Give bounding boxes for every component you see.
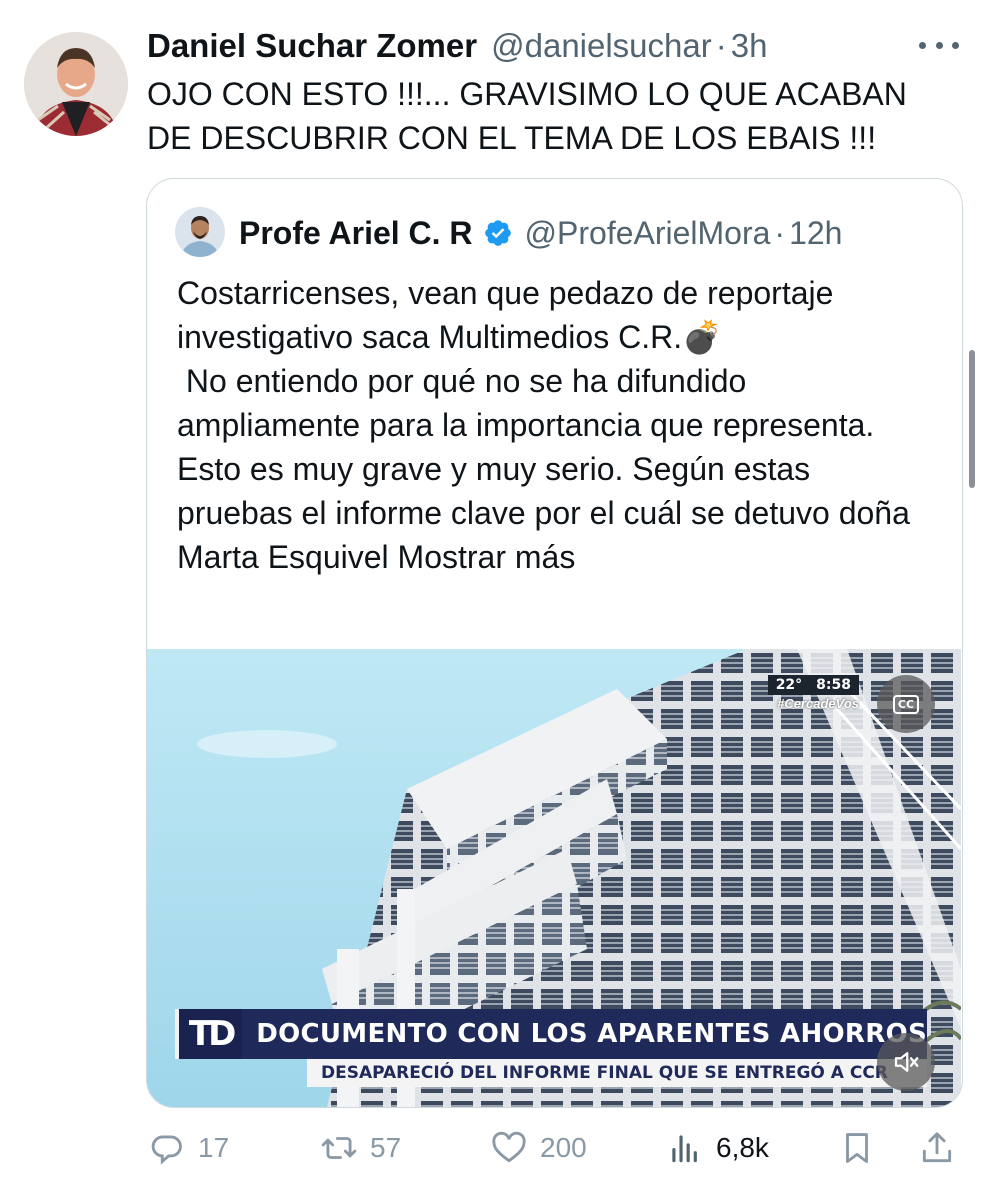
verified-icon <box>484 220 511 246</box>
author-name[interactable]: Daniel Suchar Zomer <box>147 27 477 65</box>
views-button[interactable]: 6,8k <box>666 1124 769 1172</box>
quoted-author-handle[interactable]: @ProfeArielMora <box>525 215 771 252</box>
mute-icon <box>894 1052 919 1072</box>
video-player[interactable]: 22° 8:58 #CercadeVos CC TD DOCUMENTO CON… <box>147 649 961 1107</box>
author-handle[interactable]: @danielsuchar <box>491 27 712 65</box>
action-bar: 17 57 200 6,8k <box>148 1124 960 1172</box>
quoted-text-block: Costarricenses, vean que pedazo de repor… <box>177 271 922 579</box>
news-subheadline: DESAPARECIÓ DEL INFORME FINAL QUE SE ENT… <box>307 1059 927 1087</box>
news-headline: DOCUMENTO CON LOS APARENTES AHORROS <box>256 1019 927 1049</box>
separator-dot: · <box>715 27 727 64</box>
views-count: 6,8k <box>716 1132 769 1163</box>
weather-overlay: 22° 8:58 #CercadeVos <box>767 675 859 711</box>
captions-button[interactable]: CC <box>877 675 935 733</box>
tweet-text: OJO CON ESTO !!!... GRAVISIMO LO QUE ACA… <box>147 76 907 156</box>
quoted-separator-dot: · <box>774 214 786 251</box>
quoted-header: Profe Ariel C. R @ProfeArielMora · 12h <box>239 211 842 255</box>
like-icon <box>492 1131 526 1163</box>
hashtag-label: #CercadeVos <box>777 696 859 711</box>
tweet-header: Daniel Suchar Zomer @danielsuchar · 3h <box>147 24 965 68</box>
reply-icon <box>151 1135 182 1165</box>
bookmark-button[interactable] <box>838 1124 876 1172</box>
cc-icon: CC <box>892 694 920 714</box>
share-icon <box>922 1132 952 1163</box>
mute-button[interactable] <box>877 1033 935 1091</box>
quoted-author-avatar[interactable] <box>175 207 225 257</box>
reply-count: 17 <box>198 1132 230 1163</box>
reply-button[interactable]: 17 <box>148 1124 229 1172</box>
scrollbar-thumb[interactable] <box>969 350 975 488</box>
retweet-count: 57 <box>370 1132 402 1163</box>
quoted-text: Costarricenses, vean que pedazo de repor… <box>177 275 910 575</box>
news-lower-third: TD DOCUMENTO CON LOS APARENTES AHORROS D… <box>175 1009 927 1087</box>
like-count: 200 <box>540 1132 587 1163</box>
clock-label: 8:58 <box>816 677 851 693</box>
like-button[interactable]: 200 <box>490 1124 587 1172</box>
show-more-link[interactable]: Mostrar más <box>398 539 576 575</box>
quoted-time[interactable]: 12h <box>789 215 842 252</box>
views-icon <box>672 1135 697 1163</box>
quoted-author-name[interactable]: Profe Ariel C. R <box>239 215 473 252</box>
tweet-time[interactable]: 3h <box>731 27 768 65</box>
more-icon[interactable] <box>919 30 959 60</box>
retweet-button[interactable]: 57 <box>320 1124 401 1172</box>
bookmark-icon <box>846 1133 868 1163</box>
share-button[interactable] <box>918 1124 956 1172</box>
temperature-label: 22° <box>775 677 803 693</box>
quoted-tweet[interactable]: Profe Ariel C. R @ProfeArielMora · 12h C… <box>146 178 963 1108</box>
channel-logo: TD <box>179 1009 243 1059</box>
retweet-icon <box>321 1137 357 1159</box>
author-avatar[interactable] <box>24 32 128 136</box>
